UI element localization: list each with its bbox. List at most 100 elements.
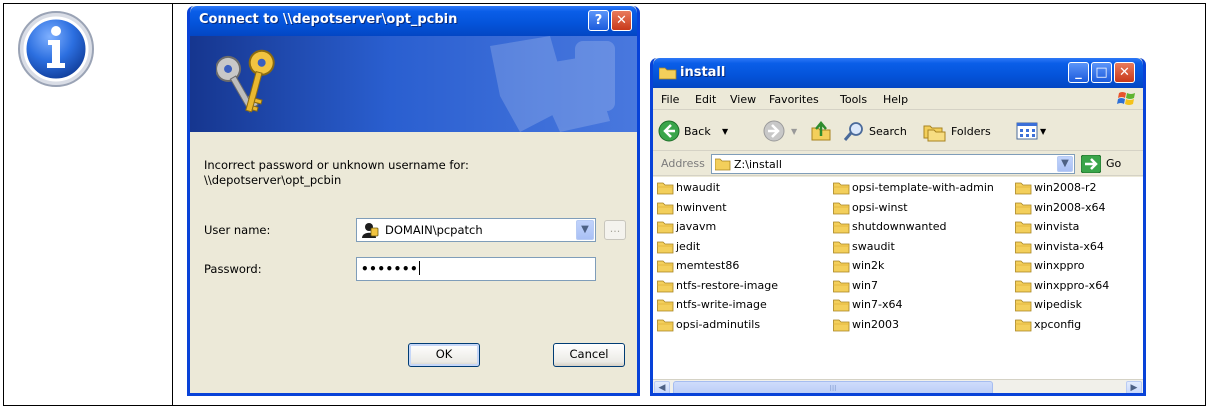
username-label: User name: xyxy=(204,223,271,237)
back-dropdown-icon[interactable]: ▼ xyxy=(722,127,728,136)
search-button[interactable]: Search xyxy=(843,120,918,144)
password-value: ••••••• xyxy=(361,261,421,276)
folder-icon xyxy=(657,280,674,292)
file-list: hwaudit hwinvent javavm jedit memtest86 ntfs-… xyxy=(653,177,1143,379)
folder-name: opsi-winst xyxy=(852,200,908,214)
search-icon xyxy=(843,122,863,141)
scroll-right-icon[interactable]: ▶ xyxy=(1126,381,1142,393)
folder-icon xyxy=(833,221,850,234)
folder-name: win2k xyxy=(852,259,885,272)
folder-name: win2008-x64 xyxy=(1034,200,1106,214)
folder-icon xyxy=(657,221,674,234)
folder-icon xyxy=(1015,280,1032,292)
folder-name: winvista-x64 xyxy=(1034,239,1104,253)
keys-icon xyxy=(216,49,275,113)
dialog-body: Incorrect password or unknown username f… xyxy=(190,132,637,393)
menu-favorites[interactable]: Favorites xyxy=(769,93,819,106)
up-folder-icon xyxy=(811,121,831,141)
toolbar: Back ▼ ▼ Search Folders ▼ xyxy=(653,111,1143,151)
folder-icon xyxy=(715,158,731,171)
go-label[interactable]: Go xyxy=(1106,157,1121,170)
back-label: Back xyxy=(684,125,711,138)
folder-icon xyxy=(1015,182,1032,195)
folder-icon xyxy=(833,182,850,195)
folder-icon xyxy=(657,241,674,253)
folder-icon xyxy=(657,182,674,195)
folder-name: opsi-template-with-admin xyxy=(852,181,994,194)
scroll-left-icon[interactable]: ◀ xyxy=(654,381,670,393)
browse-button[interactable]: ... xyxy=(604,220,626,240)
search-label: Search xyxy=(869,125,907,138)
folder-name: winvista xyxy=(1034,220,1080,233)
views-dropdown-icon[interactable]: ▼ xyxy=(1040,127,1046,136)
frame-divider xyxy=(172,3,173,406)
forward-button[interactable]: ▼ xyxy=(763,120,803,144)
close-button[interactable]: ✕ xyxy=(611,10,632,31)
folder-icon xyxy=(833,202,850,214)
menu-view[interactable]: View xyxy=(730,93,756,106)
menu-edit[interactable]: Edit xyxy=(695,93,716,106)
folder-icon xyxy=(833,241,850,253)
menu-help[interactable]: Help xyxy=(883,93,908,106)
folders-label: Folders xyxy=(951,125,991,138)
go-arrow-icon[interactable] xyxy=(1081,155,1101,173)
folder-name: hwinvent xyxy=(676,200,727,214)
folder-name: win2008-r2 xyxy=(1034,181,1097,194)
menu-tools[interactable]: Tools xyxy=(840,93,867,106)
folders-button[interactable]: Folders xyxy=(922,120,1002,144)
password-field[interactable]: ••••••• xyxy=(356,257,596,281)
help-button[interactable]: ? xyxy=(588,10,609,31)
folder-icon xyxy=(1015,260,1032,273)
windows-logo-icon xyxy=(1117,92,1135,105)
folder-name: opsi-adminutils xyxy=(676,317,761,331)
minimize-button[interactable]: _ xyxy=(1068,62,1089,83)
menu-file[interactable]: File xyxy=(661,93,679,106)
views-button[interactable]: ▼ xyxy=(1016,120,1052,144)
credentials-dialog: Connect to \\depotserver\opt_pcbin ? ✕ I… xyxy=(187,6,640,396)
forward-dropdown-icon[interactable]: ▼ xyxy=(791,127,797,136)
folder-icon xyxy=(833,260,850,273)
folder-name: ntfs-write-image xyxy=(676,298,767,311)
folder-name: jedit xyxy=(676,239,701,253)
explorer-titlebar[interactable]: install _ □ ✕ xyxy=(653,58,1143,88)
cancel-button[interactable]: Cancel xyxy=(553,343,625,367)
dialog-titlebar[interactable]: Connect to \\depotserver\opt_pcbin ? ✕ xyxy=(190,6,637,36)
explorer-close-button[interactable]: ✕ xyxy=(1114,62,1135,83)
folder-icon xyxy=(657,202,674,214)
folder-icon xyxy=(1015,319,1032,331)
error-message: Incorrect password or unknown username f… xyxy=(204,158,624,188)
maximize-button[interactable]: □ xyxy=(1091,62,1112,83)
horizontal-scrollbar[interactable]: ◀ III ▶ xyxy=(653,379,1143,393)
folder-name: swaudit xyxy=(852,239,895,253)
username-value: DOMAIN\pcpatch xyxy=(385,223,483,237)
folder-name: win7 xyxy=(852,278,879,292)
folder-icon xyxy=(833,319,850,331)
folder-name: winxppro xyxy=(1034,259,1085,272)
address-field[interactable]: Z:\install ▼ xyxy=(711,154,1075,174)
folder-name: shutdownwanted xyxy=(852,220,947,233)
folder-icon xyxy=(659,67,677,80)
folder-icon xyxy=(657,319,674,331)
folder-icon xyxy=(657,260,674,273)
ok-button[interactable]: OK xyxy=(408,343,480,367)
scroll-thumb[interactable]: III xyxy=(673,381,993,393)
address-value: Z:\install xyxy=(734,158,782,171)
folder-icon xyxy=(833,299,850,312)
up-folder-button[interactable] xyxy=(810,120,834,144)
folder-icon xyxy=(1015,202,1032,214)
password-label: Password: xyxy=(204,262,262,276)
folder-name: ntfs-restore-image xyxy=(676,278,778,292)
chevron-down-icon[interactable]: ▼ xyxy=(576,220,594,240)
username-combo[interactable]: DOMAIN\pcpatch ▼ xyxy=(356,218,596,242)
back-button[interactable]: Back ▼ xyxy=(658,120,736,144)
address-dropdown-icon[interactable]: ▼ xyxy=(1057,156,1073,172)
folder-icon xyxy=(1015,221,1032,234)
folder-name: javavm xyxy=(676,220,717,233)
folder-name: memtest86 xyxy=(676,259,740,272)
folder-name: xpconfig xyxy=(1034,317,1082,331)
folder-name: winxppro-x64 xyxy=(1034,278,1110,292)
folder-icon xyxy=(833,280,850,292)
folder-icon xyxy=(657,299,674,312)
views-icon xyxy=(1016,122,1038,140)
folder-icon xyxy=(1015,299,1032,312)
